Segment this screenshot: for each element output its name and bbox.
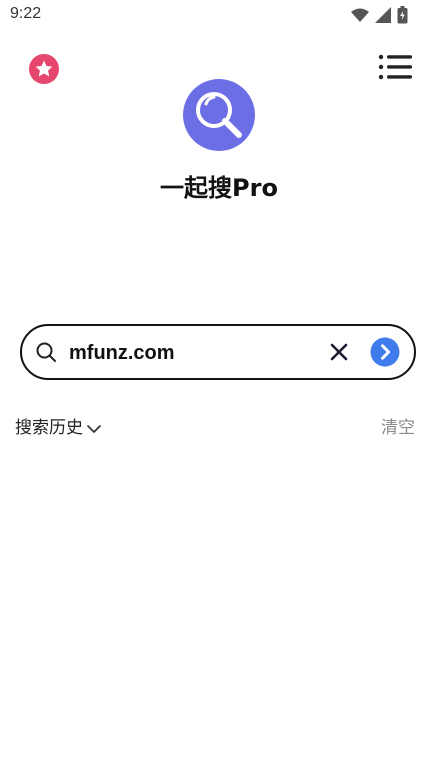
status-icons — [351, 6, 408, 28]
search-input[interactable] — [67, 336, 321, 370]
star-icon — [29, 54, 59, 84]
search-icon — [35, 341, 57, 363]
menu-button[interactable] — [378, 53, 412, 81]
battery-icon — [397, 6, 408, 28]
app-title: 一起搜Pro — [160, 174, 278, 202]
history-label[interactable]: 搜索历史 — [15, 413, 83, 438]
history-header: 搜索历史 清空 — [15, 413, 415, 438]
favorites-button[interactable] — [28, 53, 60, 85]
status-time: 9:22 — [10, 5, 42, 22]
cellular-icon — [375, 7, 391, 27]
arrow-right-icon — [370, 337, 400, 367]
search-submit-button[interactable] — [370, 337, 400, 367]
close-icon[interactable] — [328, 341, 350, 363]
search-bar[interactable] — [20, 324, 416, 380]
status-bar: 9:22 — [0, 0, 438, 30]
chevron-down-icon[interactable] — [87, 419, 101, 433]
search-logo-icon — [183, 79, 255, 151]
menu-icon — [378, 54, 412, 80]
app-logo — [182, 78, 256, 152]
wifi-icon — [351, 8, 369, 27]
clear-history-button[interactable]: 清空 — [381, 413, 415, 438]
